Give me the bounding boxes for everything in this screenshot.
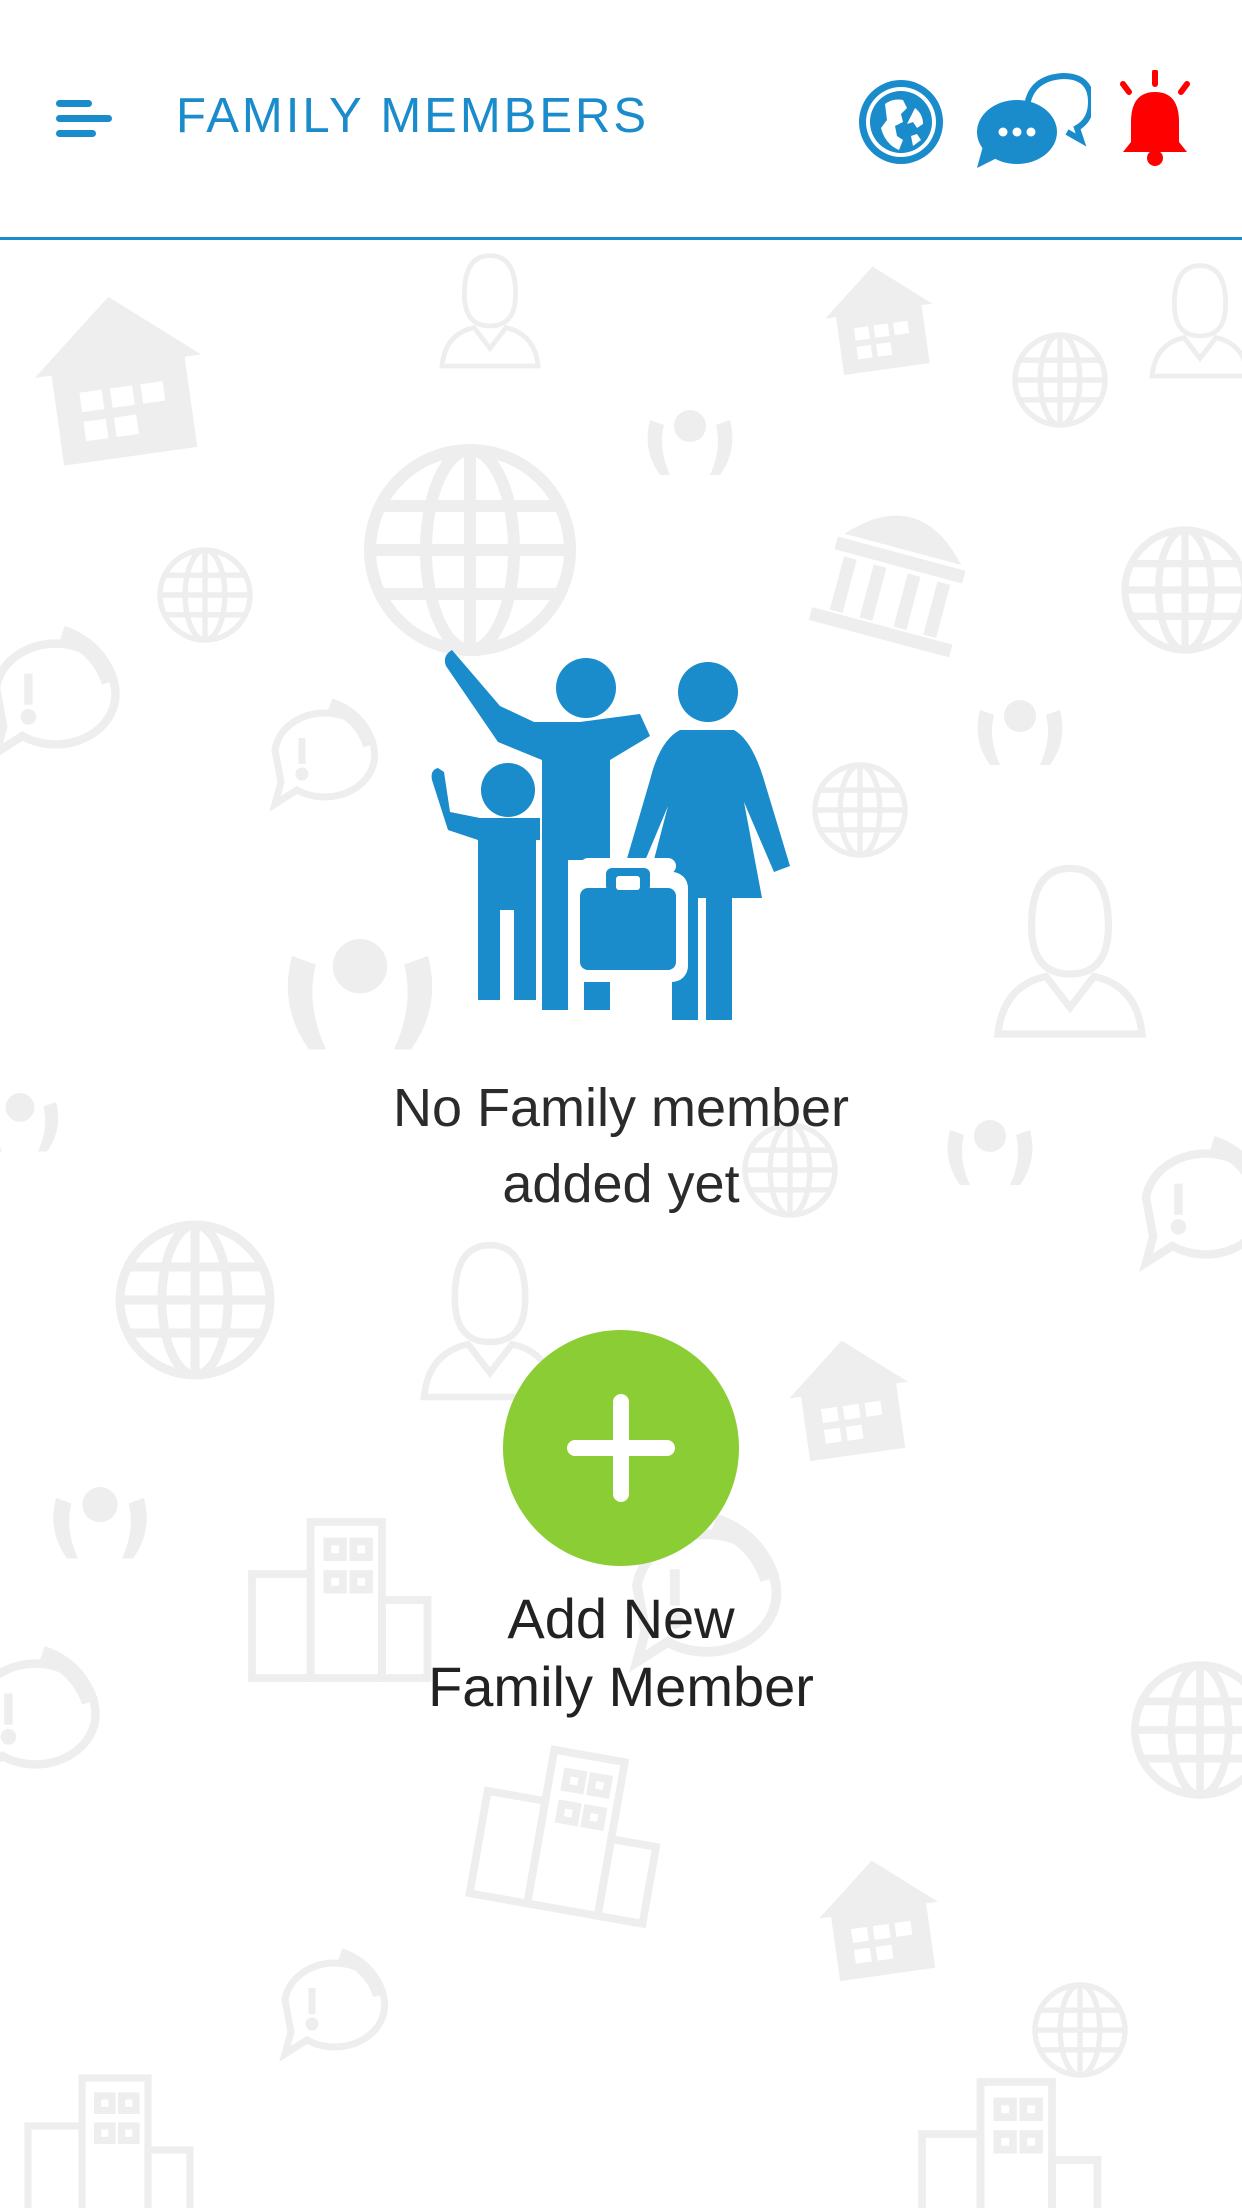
app-header: FAMILY MEMBERS — [0, 0, 1242, 240]
add-label-line-1: Add New — [507, 1587, 735, 1650]
alert-bell-icon — [1120, 69, 1190, 166]
add-label-line-2: Family Member — [428, 1655, 814, 1718]
empty-state-line-2: added yet — [502, 1154, 740, 1214]
empty-state-line-1: No Family member — [392, 1078, 850, 1138]
family-travel-icon — [431, 650, 790, 1020]
add-family-member-button[interactable] — [503, 1330, 739, 1566]
add-family-member-label[interactable]: Add New Family Member — [221, 1585, 1021, 1721]
hamburger-menu-icon — [56, 100, 112, 137]
menu-button[interactable] — [48, 90, 118, 148]
chat-button[interactable] — [975, 70, 1095, 170]
globe-icon — [859, 80, 943, 164]
alert-button[interactable] — [1115, 69, 1195, 170]
chat-bubbles-icon — [977, 72, 1095, 168]
background-pattern — [0, 240, 1242, 2208]
empty-state-message: No Family member added yet — [221, 1070, 1021, 1222]
plus-icon — [567, 1394, 675, 1502]
language-button[interactable] — [855, 76, 947, 168]
page-title: FAMILY MEMBERS — [176, 89, 650, 143]
